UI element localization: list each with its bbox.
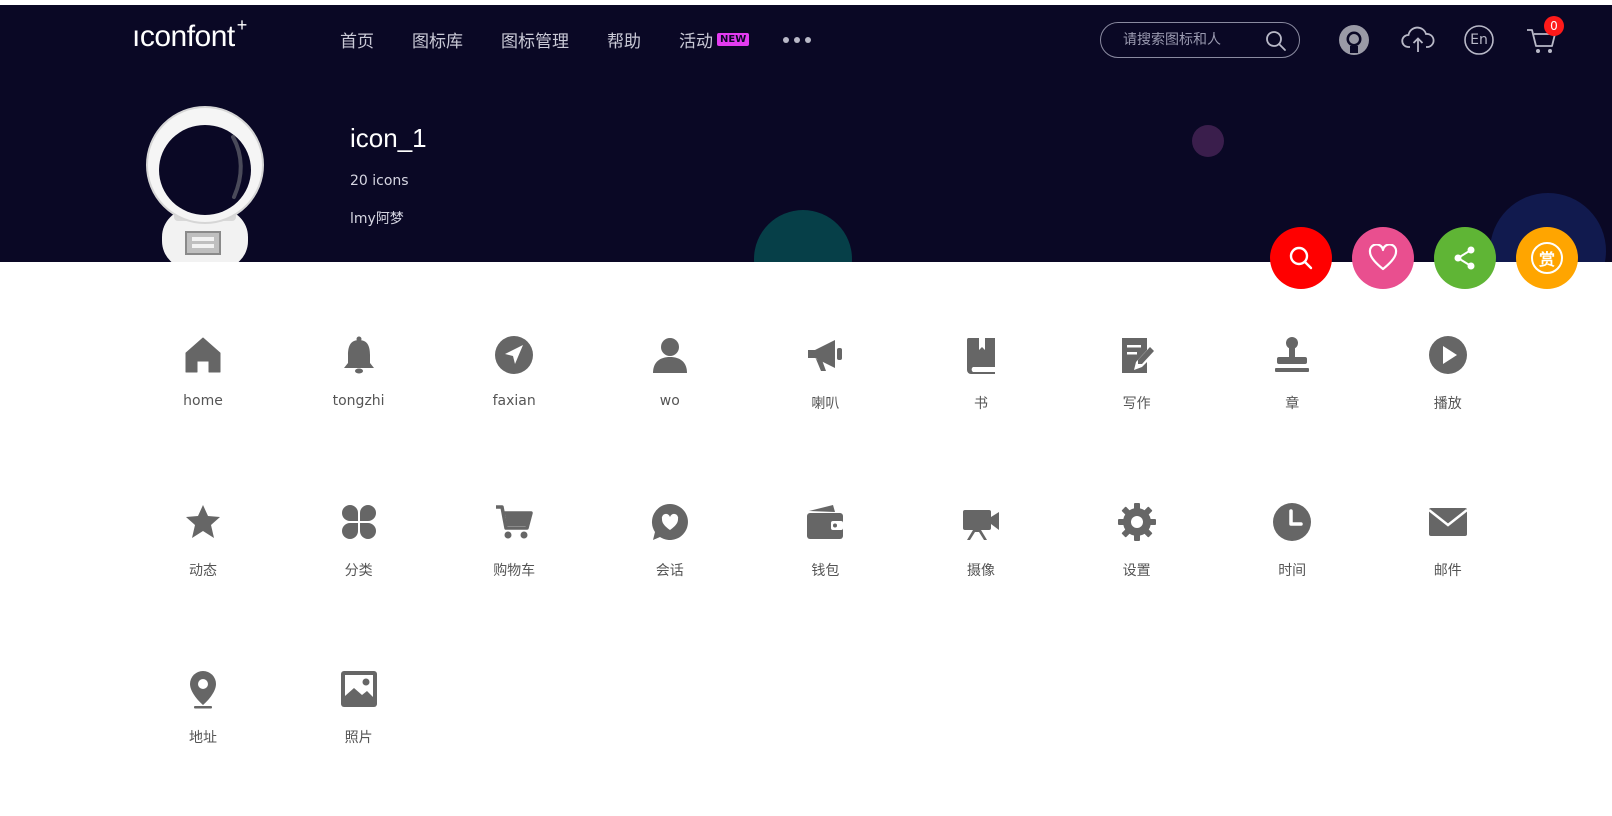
more-menu-icon[interactable] <box>783 36 812 43</box>
compass-icon <box>492 333 536 377</box>
mail-icon <box>1426 500 1470 544</box>
icon-label: 照片 <box>344 730 373 746</box>
icon-item-star[interactable]: 动态 <box>143 497 263 607</box>
star-icon <box>181 500 225 544</box>
icon-label: 会话 <box>655 563 684 579</box>
icon-item-home[interactable]: home <box>143 330 263 440</box>
collection-header: ıconfont+ 首页 图标库 图标管理 帮助 活动 NEW En 0 icon… <box>0 5 1612 262</box>
search-icon[interactable] <box>1265 30 1287 52</box>
language-label: En <box>1470 32 1488 48</box>
category-icon <box>337 500 381 544</box>
decor-bubble <box>754 210 852 262</box>
icon-item-play[interactable]: 播放 <box>1388 330 1508 440</box>
icon-item-wallet[interactable]: 钱包 <box>765 497 885 607</box>
photo-icon <box>337 667 381 711</box>
play-icon <box>1426 333 1470 377</box>
github-icon[interactable] <box>1336 22 1372 58</box>
search-box <box>1100 22 1300 58</box>
icon-label: 书 <box>974 396 988 412</box>
icon-item-cart[interactable]: 购物车 <box>454 497 574 607</box>
icon-item-mail[interactable]: 邮件 <box>1388 497 1508 607</box>
decor-bubble <box>1192 125 1224 157</box>
icon-item-stamp[interactable]: 章 <box>1232 330 1352 440</box>
icon-label: 分类 <box>344 563 373 579</box>
icon-item-megaphone[interactable]: 喇叭 <box>765 330 885 440</box>
video-camera-icon <box>959 500 1003 544</box>
icon-label: 喇叭 <box>811 396 840 412</box>
icon-label: 购物车 <box>493 563 536 579</box>
icon-label: 设置 <box>1122 563 1151 579</box>
chat-heart-icon <box>648 500 692 544</box>
cart-icon <box>492 500 536 544</box>
reward-icon: 赏 <box>1531 242 1563 274</box>
icon-item-photo[interactable]: 照片 <box>299 664 419 774</box>
icon-label: faxian <box>492 393 536 409</box>
icon-item-clock[interactable]: 时间 <box>1232 497 1352 607</box>
language-en-icon[interactable]: En <box>1461 22 1497 58</box>
user-icon <box>648 333 692 377</box>
nav-home[interactable]: 首页 <box>340 27 374 52</box>
nav-help[interactable]: 帮助 <box>607 27 641 52</box>
wallet-icon <box>803 500 847 544</box>
icon-label: 钱包 <box>811 563 840 579</box>
nav-icon-library[interactable]: 图标库 <box>412 27 463 52</box>
icon-label: 摄像 <box>967 563 995 579</box>
cart-count-badge: 0 <box>1544 16 1564 36</box>
favorite-action-button[interactable] <box>1352 227 1414 289</box>
share-icon <box>1454 246 1475 270</box>
icon-item-bell[interactable]: tongzhi <box>299 330 419 440</box>
icon-item-category[interactable]: 分类 <box>299 497 419 607</box>
heart-icon <box>1368 244 1398 271</box>
reward-action-button[interactable]: 赏 <box>1516 227 1578 289</box>
icon-item-location-pin[interactable]: 地址 <box>143 664 263 774</box>
collection-title: icon_1 <box>350 123 427 153</box>
home-icon <box>181 333 225 377</box>
clock-icon <box>1270 500 1314 544</box>
icon-item-chat-heart[interactable]: 会话 <box>610 497 730 607</box>
site-logo[interactable]: ıconfont + <box>132 15 247 54</box>
book-icon <box>959 333 1003 377</box>
new-badge: NEW <box>717 33 750 46</box>
nav-activity[interactable]: 活动 NEW <box>679 27 750 52</box>
icon-item-video-camera[interactable]: 摄像 <box>921 497 1041 607</box>
icon-item-edit[interactable]: 写作 <box>1077 330 1197 440</box>
upload-cloud-icon[interactable] <box>1400 22 1436 58</box>
icon-label: 时间 <box>1278 563 1307 579</box>
stamp-icon <box>1270 333 1314 377</box>
icon-label: 邮件 <box>1433 563 1462 579</box>
icon-label: wo <box>659 393 680 409</box>
share-action-button[interactable] <box>1434 227 1496 289</box>
icon-label: 章 <box>1285 396 1300 412</box>
icon-item-book[interactable]: 书 <box>921 330 1041 440</box>
nav-activity-label: 活动 <box>679 32 713 52</box>
search-action-button[interactable] <box>1270 227 1332 289</box>
search-input[interactable] <box>1123 32 1263 48</box>
icon-item-gear[interactable]: 设置 <box>1077 497 1197 607</box>
search-icon <box>1289 246 1313 270</box>
main-nav: 首页 图标库 图标管理 帮助 活动 NEW <box>340 27 812 52</box>
edit-icon <box>1115 333 1159 377</box>
location-pin-icon <box>181 667 225 711</box>
icon-item-user[interactable]: wo <box>610 330 730 440</box>
icon-label: 动态 <box>189 563 217 579</box>
bell-icon <box>337 333 381 377</box>
nav-icon-management[interactable]: 图标管理 <box>501 27 569 52</box>
megaphone-icon <box>803 333 847 377</box>
icon-item-compass[interactable]: faxian <box>454 330 574 440</box>
astronaut-avatar <box>146 106 264 262</box>
icon-label: 地址 <box>189 730 217 746</box>
icon-label: home <box>183 393 223 409</box>
icon-label: tongzhi <box>332 393 385 409</box>
icon-label: 写作 <box>1122 396 1151 412</box>
icon-label: 播放 <box>1433 396 1462 412</box>
gear-icon <box>1115 500 1159 544</box>
collection-count: 20 icons <box>350 173 409 189</box>
collection-author[interactable]: lmy阿梦 <box>350 208 404 228</box>
cart-icon[interactable]: 0 <box>1524 16 1564 58</box>
